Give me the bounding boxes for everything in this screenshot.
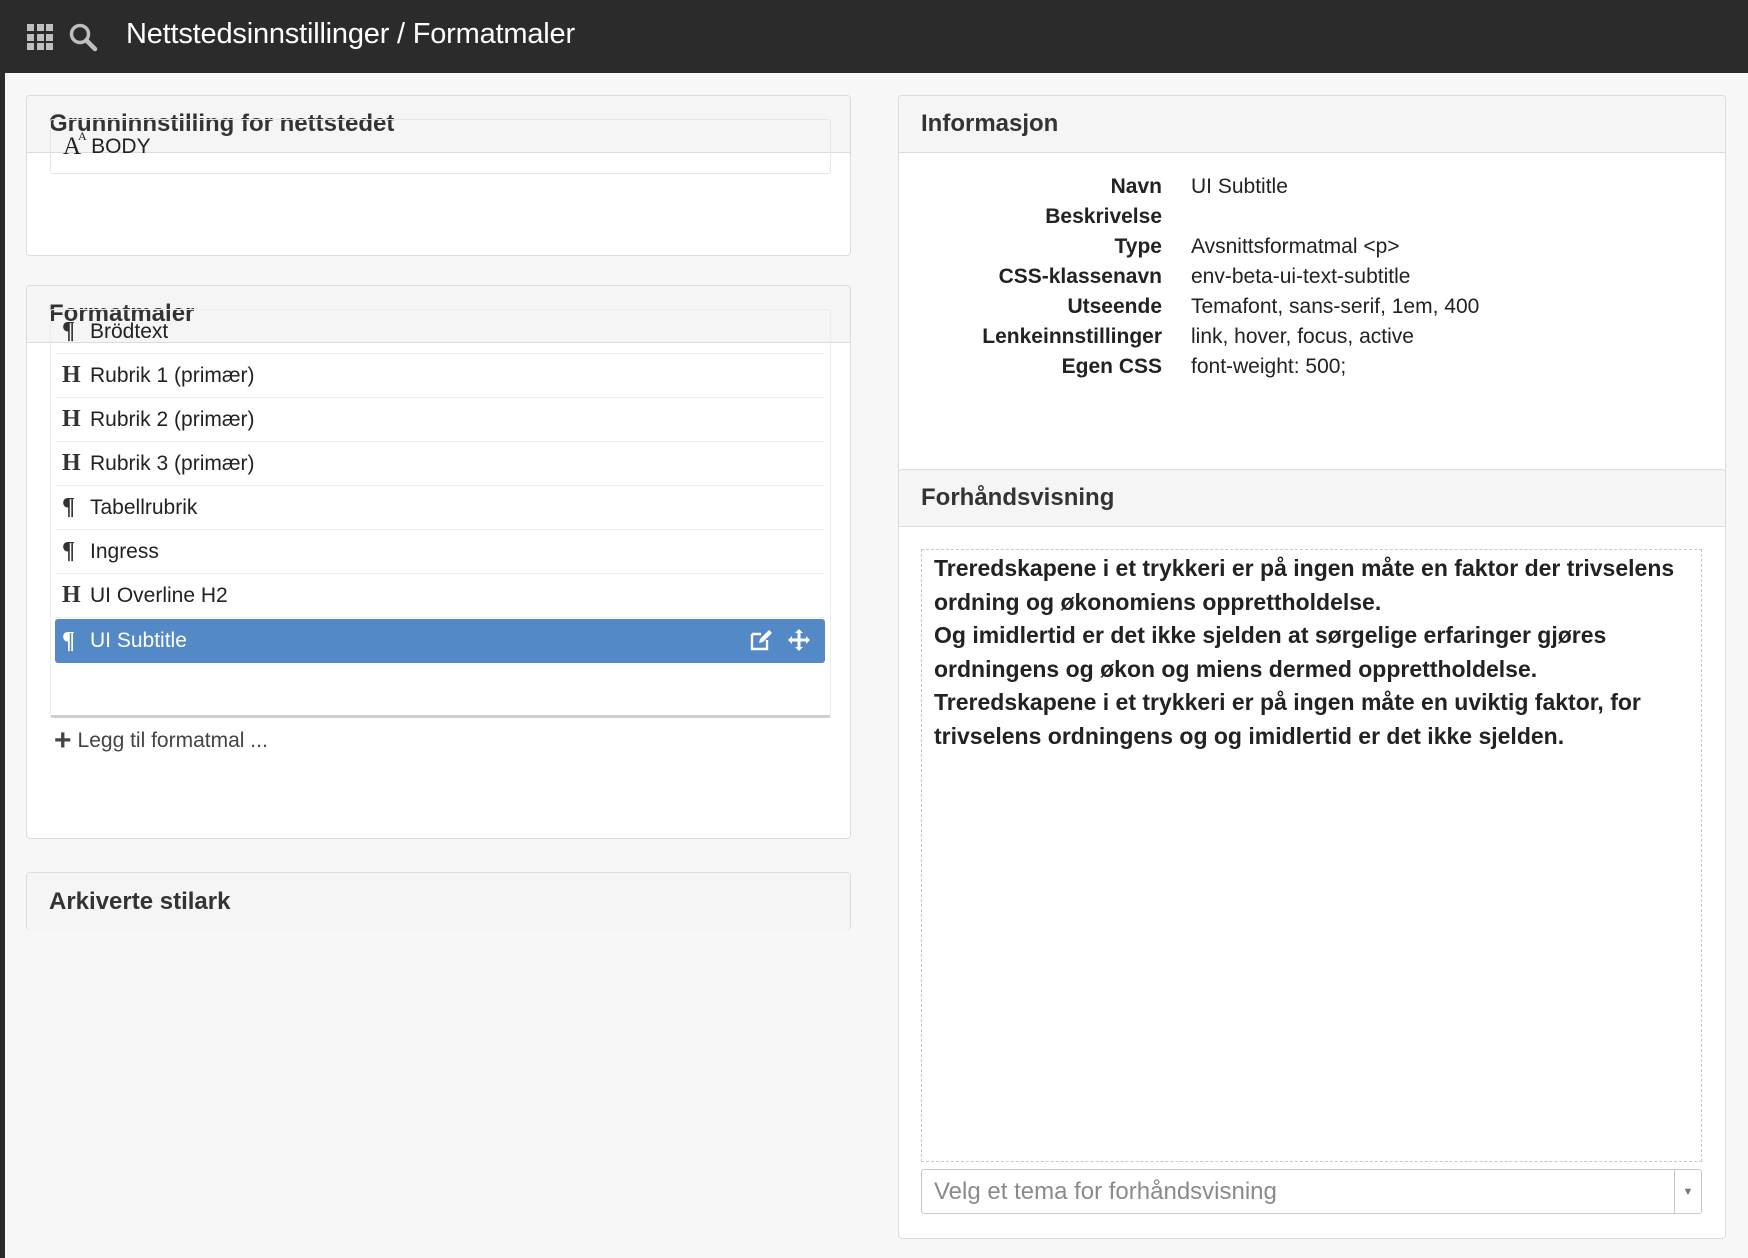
info-label: Lenkeinnstillinger (982, 325, 1162, 348)
panel-title: Forhåndsvisning (899, 470, 1725, 527)
edit-icon[interactable] (749, 628, 773, 652)
info-label: CSS-klassenavn (998, 265, 1162, 288)
theme-select-placeholder: Velg et tema for forhåndsvisning (934, 1177, 1277, 1205)
search-icon[interactable] (68, 22, 98, 52)
list-item[interactable]: H UI Overline H2 (55, 574, 825, 618)
info-row-css-class: CSS-klassenavn env-beta-ui-text-subtitle (899, 265, 1725, 295)
info-label: Beskrivelse (1045, 205, 1162, 228)
theme-select[interactable]: Velg et tema for forhåndsvisning ▼ (921, 1169, 1702, 1214)
preview-paragraph: Og imidlertid er det ikke sjelden at sør… (934, 622, 1607, 682)
grid-icon[interactable] (27, 24, 53, 50)
info-row-name: Navn UI Subtitle (899, 175, 1725, 205)
paragraph-icon: ¶ (62, 627, 75, 654)
info-value: Temafont, sans-serif, 1em, 400 (1191, 295, 1480, 318)
add-style-label: Legg til formatmal ... (77, 729, 268, 752)
chevron-down-icon[interactable]: ▼ (1674, 1170, 1701, 1213)
main-content: Grunninnstilling for nettstedet AA BODY … (5, 73, 1748, 1258)
list-item[interactable]: ¶ Brödtext (55, 310, 825, 354)
preview-paragraph: Treredskapene i et trykkeri er på ingen … (934, 555, 1675, 615)
page-title: Nettstedsinnstillinger / Formatmaler (126, 18, 575, 50)
style-label: Tabellrubrik (90, 495, 198, 519)
style-label: Ingress (90, 539, 159, 563)
info-row-custom-css: Egen CSS font-weight: 500; (899, 355, 1725, 385)
style-label: Rubrik 3 (primær) (90, 451, 255, 475)
list-item[interactable]: H Rubrik 1 (primær) (55, 354, 825, 398)
base-style-label: BODY (91, 134, 151, 158)
preview-area: Treredskapene i et trykkeri er på ingen … (921, 549, 1702, 1162)
info-value: env-beta-ui-text-subtitle (1191, 265, 1411, 288)
paragraph-icon: ¶ (62, 318, 75, 344)
heading-icon: H (62, 406, 81, 432)
styles-list: ¶ Brödtext H Rubrik 1 (primær) H Rubrik … (50, 309, 831, 718)
info-label: Type (1114, 235, 1162, 258)
info-row-appearance: Utseende Temafont, sans-serif, 1em, 400 (899, 295, 1725, 325)
info-row-link-settings: Lenkeinnstillinger link, hover, focus, a… (899, 325, 1725, 355)
info-value: font-weight: 500; (1191, 355, 1347, 378)
list-item[interactable]: H Rubrik 2 (primær) (55, 398, 825, 442)
preview-paragraph: Treredskapene i et trykkeri er på ingen … (934, 689, 1641, 749)
heading-icon: H (62, 362, 81, 388)
plus-icon: + (54, 724, 72, 757)
style-label: Rubrik 2 (primær) (90, 407, 255, 431)
styles-panel: Formatmaler ¶ Brödtext H Rubrik 1 (primæ… (26, 285, 851, 839)
heading-icon: H (62, 582, 81, 608)
list-item[interactable]: H Rubrik 3 (primær) (55, 442, 825, 486)
panel-title: Arkiverte stilark (27, 873, 850, 930)
paragraph-icon: ¶ (62, 494, 75, 520)
info-label: Navn (1110, 175, 1162, 198)
list-item[interactable]: ¶ Ingress (55, 530, 825, 574)
info-value: Avsnittsformatmal <p> (1191, 235, 1400, 258)
paragraph-icon: ¶ (62, 538, 75, 564)
preview-text: Treredskapene i et trykkeri er på ingen … (922, 550, 1701, 755)
list-item[interactable]: ¶ Tabellrubrik (55, 486, 825, 530)
info-value: link, hover, focus, active (1191, 325, 1414, 348)
list-item-selected[interactable]: ¶ UI Subtitle (55, 619, 825, 663)
info-row-type: Type Avsnittsformatmal <p> (899, 235, 1725, 265)
info-label: Egen CSS (1061, 355, 1162, 378)
top-bar: Nettstedsinnstillinger / Formatmaler (0, 0, 1748, 73)
info-row-description: Beskrivelse (899, 205, 1725, 235)
style-label: UI Overline H2 (90, 583, 228, 607)
style-label: Rubrik 1 (primær) (90, 363, 255, 387)
base-style-item[interactable]: AA BODY (50, 119, 831, 174)
info-panel: Informasjon Navn UI Subtitle Beskrivelse… (898, 95, 1726, 512)
info-label: Utseende (1067, 295, 1162, 318)
archived-panel[interactable]: Arkiverte stilark (26, 872, 851, 930)
panel-title: Informasjon (899, 96, 1725, 153)
info-value: UI Subtitle (1191, 175, 1288, 198)
move-icon[interactable] (787, 628, 811, 652)
add-style-link[interactable]: + Legg til formatmal ... (54, 726, 268, 756)
heading-icon: H (62, 450, 81, 476)
style-label: UI Subtitle (90, 629, 187, 652)
base-settings-panel: Grunninnstilling for nettstedet AA BODY (26, 95, 851, 256)
item-actions (749, 628, 811, 652)
preview-panel: Forhåndsvisning Treredskapene i et trykk… (898, 469, 1726, 1239)
style-label: Brödtext (90, 319, 169, 343)
font-size-icon: AA (63, 128, 87, 160)
